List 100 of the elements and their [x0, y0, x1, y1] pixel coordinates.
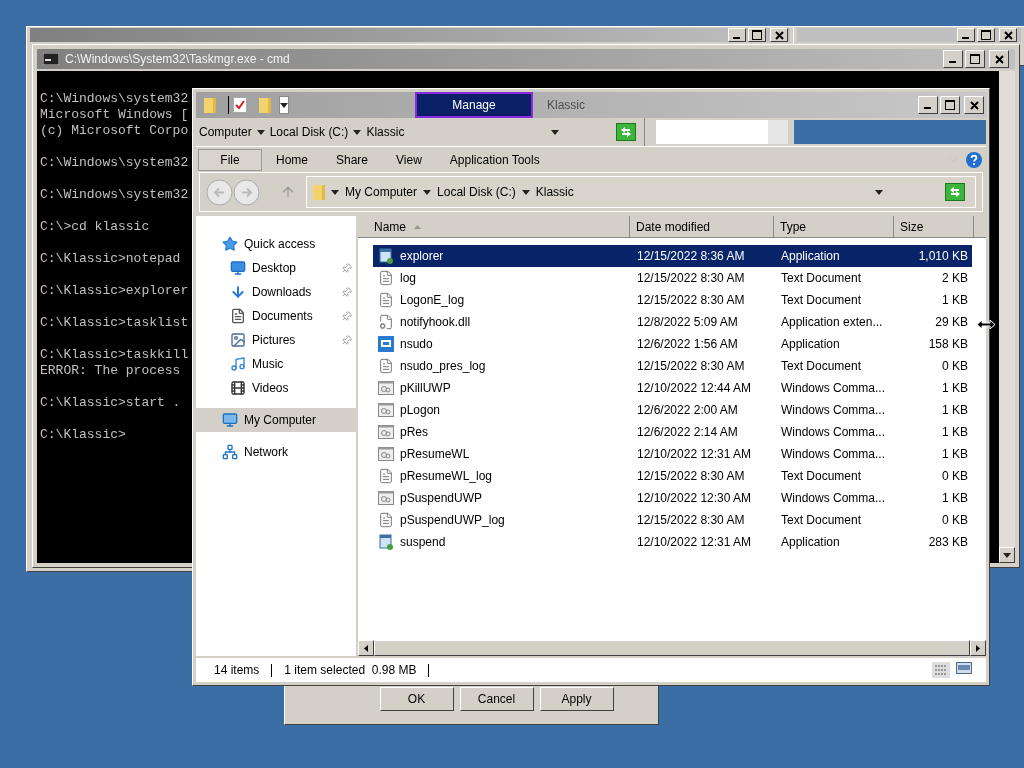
- ribbon-tab[interactable]: View: [382, 148, 436, 171]
- column-header[interactable]: Date modified: [630, 216, 774, 237]
- address-segment[interactable]: Local Disk (C:): [437, 183, 516, 201]
- nav-item[interactable]: Music: [196, 352, 356, 376]
- status-text: 1 item selected 0.98 MB: [284, 662, 417, 679]
- address-segment[interactable]: My Computer: [345, 183, 418, 201]
- close-button[interactable]: [989, 50, 1009, 68]
- left-arrow-icon: [364, 644, 368, 652]
- console-line: C:\Windows\system32: [40, 91, 189, 107]
- maximize-button[interactable]: [940, 96, 960, 114]
- console-line: C:\Windows\system32: [40, 187, 189, 203]
- maximize-button[interactable]: [748, 28, 766, 42]
- nav-item[interactable]: Videos: [196, 376, 356, 400]
- file-row[interactable]: nsudo 12/6/2022 1:56 AM Application 158 KB: [373, 333, 972, 355]
- file-row[interactable]: pLogon 12/6/2022 2:00 AM Windows Comma... 1 KB: [373, 399, 972, 421]
- breadcrumb-item[interactable]: Klassic: [366, 123, 405, 141]
- ribbon-tab[interactable]: Home: [262, 148, 322, 171]
- maximize-icon: [981, 30, 991, 40]
- breadcrumb-item[interactable]: Local Disk (C:): [269, 123, 349, 141]
- close-button[interactable]: [770, 28, 788, 42]
- document-icon: [230, 308, 246, 324]
- help-icon[interactable]: [966, 151, 982, 168]
- minimize-button[interactable]: [728, 28, 746, 42]
- console-line: C:\Klassic>tasklist: [40, 315, 189, 331]
- properties-icon[interactable]: [233, 97, 247, 113]
- text-file-icon: [378, 358, 394, 374]
- scrollbar[interactable]: [999, 71, 1015, 563]
- file-row[interactable]: suspend 12/10/2022 12:31 AM Application 283 KB: [373, 531, 972, 553]
- toolbar-dropdown[interactable]: [279, 96, 289, 114]
- nav-item[interactable]: Downloads: [196, 280, 356, 304]
- file-row[interactable]: pRes 12/6/2022 2:14 AM Windows Comma... 1 KB: [373, 421, 972, 443]
- file-row[interactable]: pKillUWP 12/10/2022 12:44 AM Windows Comma... 1 KB: [373, 377, 972, 399]
- file-row[interactable]: nsudo_pres_log 12/15/2022 8:30 AM Text Document 0 KB: [373, 355, 972, 377]
- address-segment[interactable]: Klassic: [535, 183, 574, 201]
- breadcrumb-item[interactable]: Computer: [199, 123, 252, 141]
- picture-icon: [230, 332, 246, 348]
- dialog-button[interactable]: Apply: [539, 687, 614, 711]
- dropdown-icon: [280, 102, 288, 108]
- maximize-button[interactable]: [965, 50, 985, 68]
- column-header[interactable]: Name: [358, 216, 630, 237]
- file-row[interactable]: pSuspendUWP_log 12/15/2022 8:30 AM Text Document 0 KB: [373, 509, 972, 531]
- column-header[interactable]: Size: [894, 216, 974, 237]
- close-icon: [774, 30, 784, 40]
- file-row[interactable]: log 12/15/2022 8:30 AM Text Document 2 KB: [373, 267, 972, 289]
- computer-icon: [222, 412, 238, 428]
- ribbon-tab[interactable]: Share: [322, 148, 383, 171]
- file-row[interactable]: explorer 12/15/2022 8:36 AM Application 1,010 KB: [373, 245, 972, 267]
- minimize-button[interactable]: [943, 50, 963, 68]
- scroll-down-button[interactable]: [999, 547, 1015, 563]
- nav-item[interactable]: Quick access: [196, 232, 356, 256]
- gear-file-icon: [378, 314, 394, 330]
- console-line: C:\>cd klassic: [40, 219, 150, 235]
- maximize-icon: [752, 30, 762, 40]
- file-row[interactable]: pResumeWL 12/10/2022 12:31 AM Windows Comma... 1 KB: [373, 443, 972, 465]
- console-line: C:\Klassic>taskkill: [40, 347, 189, 363]
- nav-item[interactable]: Documents: [196, 304, 356, 328]
- minimize-button[interactable]: [957, 28, 975, 42]
- gear-window-icon: [378, 425, 394, 439]
- nav-item[interactable]: My Computer: [196, 408, 356, 432]
- column-header[interactable]: Type: [774, 216, 894, 237]
- ribbon-tab[interactable]: Application Tools: [435, 148, 554, 171]
- file-row[interactable]: pSuspendUWP 12/10/2022 12:30 AM Windows Comma... 1 KB: [373, 487, 972, 509]
- scroll-left-button[interactable]: [358, 640, 374, 656]
- down-arrow-icon: [1003, 552, 1011, 558]
- address-field[interactable]: My Computer Local Disk (C:) Klassic: [306, 176, 976, 208]
- star-icon: [222, 236, 238, 252]
- refresh-icon[interactable]: [945, 183, 965, 201]
- gear-window-icon: [378, 381, 394, 395]
- console-line: C:\Klassic>explorer: [40, 283, 189, 299]
- context-tab[interactable]: Manage: [415, 92, 533, 118]
- file-row[interactable]: notifyhook.dll 12/8/2022 5:09 AM Application exten... 29 KB: [373, 311, 972, 333]
- minimize-button[interactable]: [918, 96, 938, 114]
- close-icon: [1003, 30, 1013, 40]
- file-row[interactable]: pResumeWL_log 12/15/2022 8:30 AM Text Document 0 KB: [373, 465, 972, 487]
- console-line: (c) Microsoft Corpo: [40, 123, 189, 139]
- maximize-icon: [945, 100, 955, 110]
- nav-item[interactable]: Network: [196, 440, 356, 464]
- console-line: C:\Klassic>start .: [40, 395, 181, 411]
- preview-view-icon[interactable]: [956, 662, 972, 674]
- dialog-button[interactable]: Cancel: [459, 687, 534, 711]
- caret-icon: [423, 189, 432, 195]
- caret-icon: [331, 189, 339, 195]
- application-icon: [378, 534, 394, 550]
- maximize-button[interactable]: [977, 28, 995, 42]
- close-button[interactable]: [999, 28, 1017, 42]
- scroll-right-button[interactable]: [970, 640, 986, 656]
- download-icon: [230, 284, 246, 300]
- folder-icon: [313, 184, 325, 200]
- folder-icon: [204, 97, 216, 113]
- dialog-button[interactable]: OK: [379, 687, 454, 711]
- ribbon-tab[interactable]: File: [198, 148, 262, 171]
- right-arrow-icon: [976, 644, 980, 652]
- folder-icon: [259, 97, 271, 113]
- nav-item[interactable]: Desktop: [196, 256, 356, 280]
- nav-item[interactable]: Pictures: [196, 328, 356, 352]
- console-line: Microsoft Windows [: [40, 107, 189, 123]
- refresh-icon[interactable]: [616, 123, 636, 141]
- close-button[interactable]: [964, 96, 984, 114]
- file-row[interactable]: LogonE_log 12/15/2022 8:30 AM Text Document 1 KB: [373, 289, 972, 311]
- dropdown-icon: [551, 129, 559, 135]
